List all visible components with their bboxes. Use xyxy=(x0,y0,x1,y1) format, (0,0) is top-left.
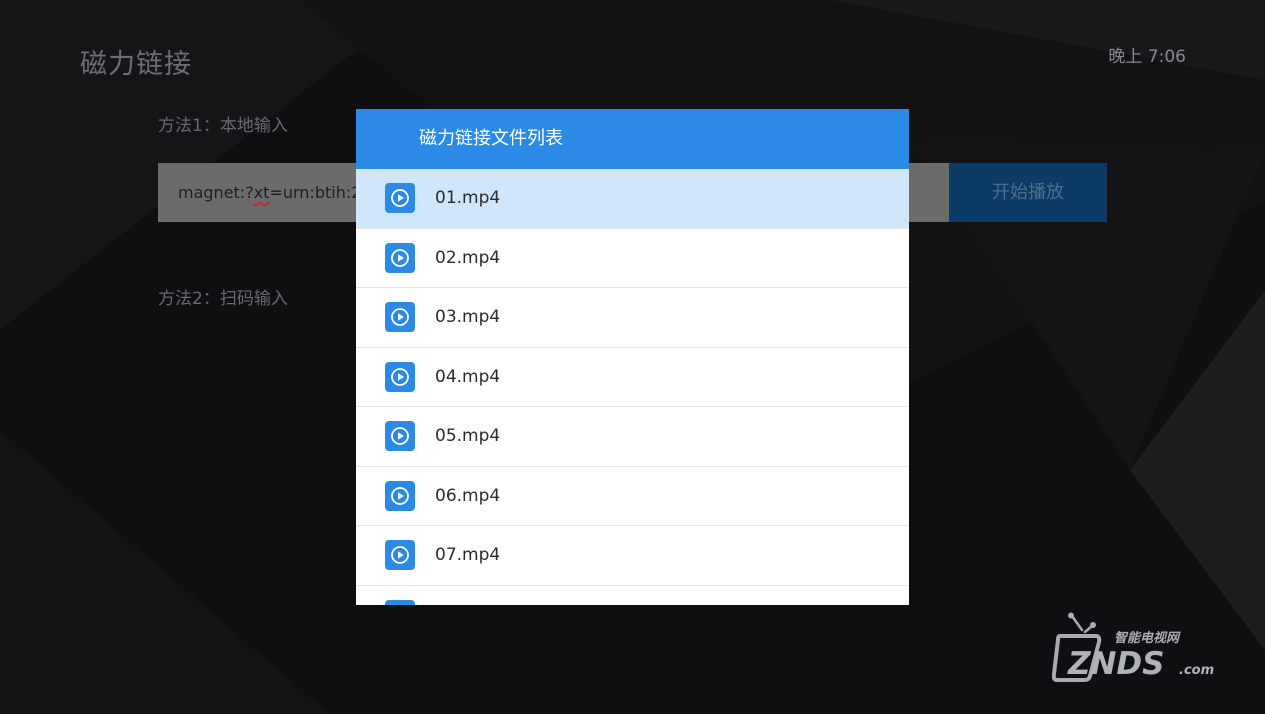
file-row[interactable]: 07.mp4 xyxy=(356,526,909,586)
watermark-brand: ZNDS xyxy=(1067,646,1164,682)
file-row[interactable] xyxy=(356,585,909,605)
watermark-suffix: .com xyxy=(1179,663,1214,678)
file-row[interactable]: 03.mp4 xyxy=(356,288,909,348)
file-row[interactable]: 06.mp4 xyxy=(356,466,909,526)
spellcheck-flagged-text: xt xyxy=(253,183,270,202)
play-circle-icon xyxy=(385,361,415,392)
file-name: 06.mp4 xyxy=(435,485,501,506)
method1-label: 方法1：本地输入 xyxy=(158,116,288,136)
file-name: 01.mp4 xyxy=(435,188,501,209)
start-play-button[interactable]: 开始播放 xyxy=(949,163,1107,222)
file-row[interactable]: 04.mp4 xyxy=(356,347,909,407)
dialog-title: 磁力链接文件列表 xyxy=(356,109,909,169)
file-name: 05.mp4 xyxy=(435,426,501,447)
watermark-top-text: 智能电视网 xyxy=(1114,630,1181,646)
clock: 晚上 7:06 xyxy=(1108,47,1186,67)
file-row[interactable]: 02.mp4 xyxy=(356,228,909,288)
method2-label: 方法2：扫码输入 xyxy=(158,289,288,309)
page-title: 磁力链接 xyxy=(80,49,192,80)
znds-watermark-logo: 智能电视网 ZNDS .com xyxy=(1052,612,1214,682)
play-circle-icon xyxy=(385,242,415,273)
file-name: 04.mp4 xyxy=(435,366,501,387)
file-name: 03.mp4 xyxy=(435,307,501,328)
file-row[interactable]: 01.mp4 xyxy=(356,169,909,229)
play-circle-icon xyxy=(385,540,415,571)
file-name: 07.mp4 xyxy=(435,545,501,566)
play-circle-icon xyxy=(385,302,415,333)
play-circle-icon xyxy=(385,183,415,214)
magnet-input-prefix: magnet:? xyxy=(178,183,254,202)
play-circle-icon xyxy=(385,480,415,511)
file-row[interactable]: 05.mp4 xyxy=(356,407,909,467)
file-name: 02.mp4 xyxy=(435,247,501,268)
play-circle-icon xyxy=(385,421,415,452)
file-list: 01.mp4 02.mp4 03.mp4 04.mp4 05.mp4 06.mp4 07.m… xyxy=(356,169,909,605)
play-circle-icon xyxy=(385,599,415,605)
file-list-dialog: 磁力链接文件列表 01.mp4 02.mp4 03.mp4 04.mp4 05.mp4 0… xyxy=(356,109,909,605)
